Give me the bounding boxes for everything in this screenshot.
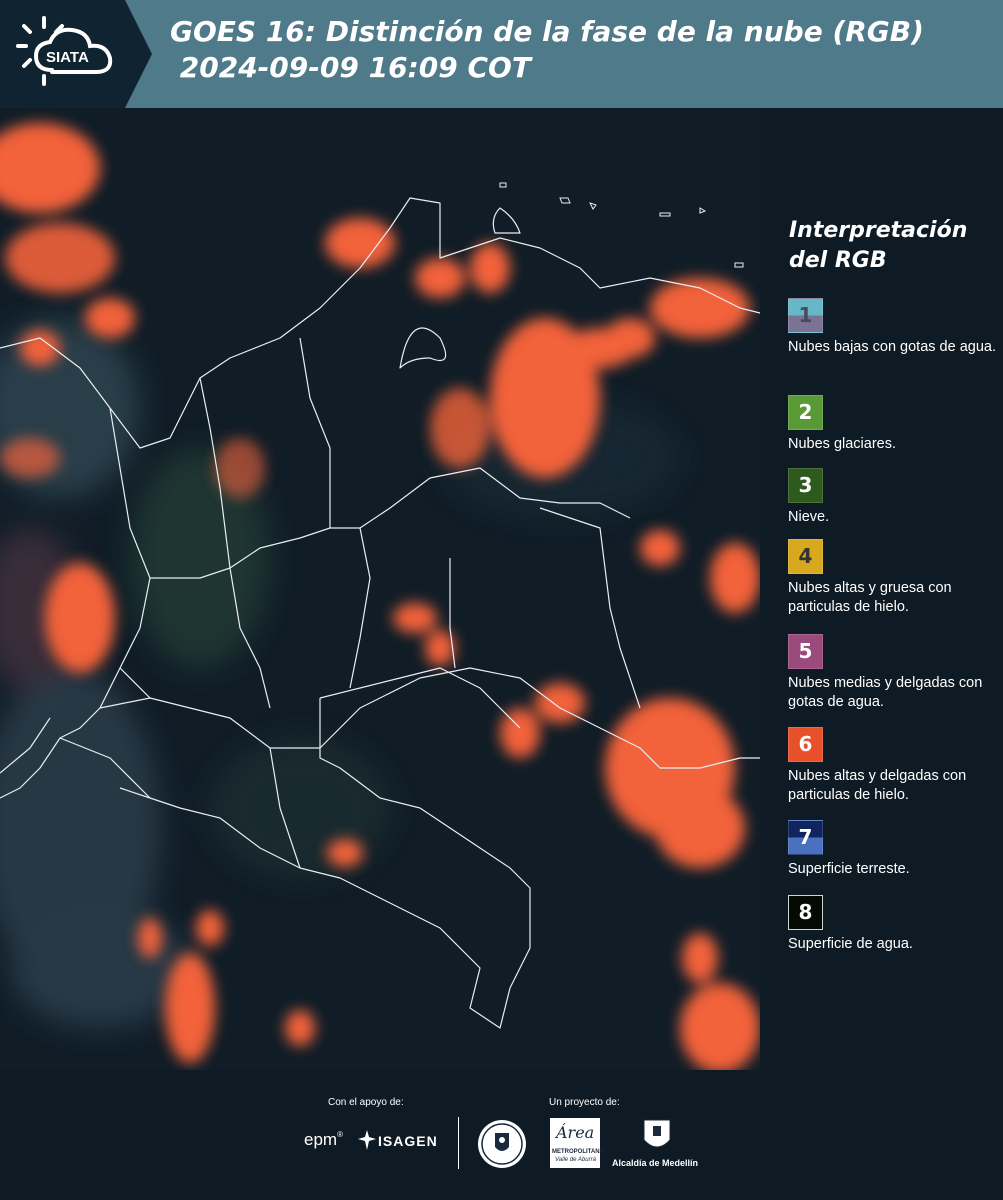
legend-label-1: Nubes bajas con gotas de agua. xyxy=(788,339,996,355)
title-line-1: GOES 16: Distinción de la fase de la nub… xyxy=(170,15,924,48)
legend-item-5: 5 Nubes medias y delgadas con gotas de a… xyxy=(788,634,998,712)
area-logo-sub2: Valle de Aburrá xyxy=(555,1157,596,1163)
legend-swatch-1: 1 xyxy=(788,298,823,333)
legend-swatch-5: 5 xyxy=(788,634,823,669)
legend-number-1: 1 xyxy=(798,303,813,327)
support-label: Con el apoyo de: xyxy=(328,1097,404,1108)
legend-label-5: Nubes medias y delgadas con gotas de agu… xyxy=(788,675,983,710)
legend-item-7: 7 Superficie terreste. xyxy=(788,820,998,879)
legend-panel: Interpretación del RGB 1 Nubes bajas con… xyxy=(760,108,1003,1070)
page-title: GOES 16: Distinción de la fase de la nub… xyxy=(170,14,924,86)
isagen-logo-text: ISAGEN xyxy=(378,1133,438,1149)
legend-number-8: 8 xyxy=(798,900,813,924)
legend-item-6: 6 Nubes altas y delgadas con particulas … xyxy=(788,727,998,805)
legend-number-4: 4 xyxy=(798,544,813,568)
title-line-2: 2024-09-09 16:09 COT xyxy=(170,51,531,84)
legend-title: Interpretación del RGB xyxy=(789,218,968,273)
legend-item-1: 1 Nubes bajas con gotas de agua. xyxy=(788,298,998,357)
header-bar: SIATA GOES 16: Distinción de la fase de … xyxy=(0,0,1003,108)
legend-item-8: 8 Superficie de agua. xyxy=(788,895,998,954)
legend-swatch-3: 3 xyxy=(788,468,823,503)
legend-label-6: Nubes altas y delgadas con particulas de… xyxy=(788,768,967,803)
legend-number-2: 2 xyxy=(798,400,813,424)
legend-swatch-6: 6 xyxy=(788,727,823,762)
epm-logo: epm® xyxy=(304,1130,343,1149)
legend-number-6: 6 xyxy=(798,732,813,756)
legend-swatch-7: 7 xyxy=(788,820,823,855)
alcaldia-shield-icon xyxy=(643,1119,671,1148)
legend-swatch-4: 4 xyxy=(788,539,823,574)
area-metropolitana-logo: Área METROPOLITANA Valle de Aburrá xyxy=(550,1118,604,1168)
area-logo-name: Área xyxy=(556,1123,595,1142)
legend-item-4: 4 Nubes altas y gruesa con particulas de… xyxy=(788,539,998,617)
satellite-imagery xyxy=(0,108,760,1070)
legend-number-3: 3 xyxy=(798,473,813,497)
epm-logo-text: epm xyxy=(304,1130,338,1149)
legend-swatch-2: 2 xyxy=(788,395,823,430)
legend-label-4: Nubes altas y gruesa con particulas de h… xyxy=(788,580,952,615)
legend-number-7: 7 xyxy=(798,825,813,849)
footer-divider xyxy=(458,1117,459,1169)
satellite-map[interactable] xyxy=(0,108,760,1070)
area-logo-sub: METROPOLITANA xyxy=(552,1149,604,1155)
legend-swatch-8: 8 xyxy=(788,895,823,930)
alcaldia-label: Alcaldía de Medellín xyxy=(612,1158,699,1168)
legend-label-2: Nubes glaciares. xyxy=(788,436,896,452)
legend-number-5: 5 xyxy=(798,639,813,663)
legend-label-7: Superficie terreste. xyxy=(788,861,910,877)
footer: Con el apoyo de: Un proyecto de: epm® IS… xyxy=(0,1070,1003,1200)
project-label: Un proyecto de: xyxy=(549,1097,620,1108)
logo-text: SIATA xyxy=(46,49,89,66)
medellin-seal-icon xyxy=(478,1120,526,1168)
siata-logo: SIATA xyxy=(16,16,113,86)
legend-item-2: 2 Nubes glaciares. xyxy=(788,395,998,454)
legend-label-3: Nieve. xyxy=(788,509,830,525)
legend-item-3: 3 Nieve. xyxy=(788,468,998,527)
legend-label-8: Superficie de agua. xyxy=(788,936,913,952)
isagen-icon xyxy=(358,1130,376,1150)
